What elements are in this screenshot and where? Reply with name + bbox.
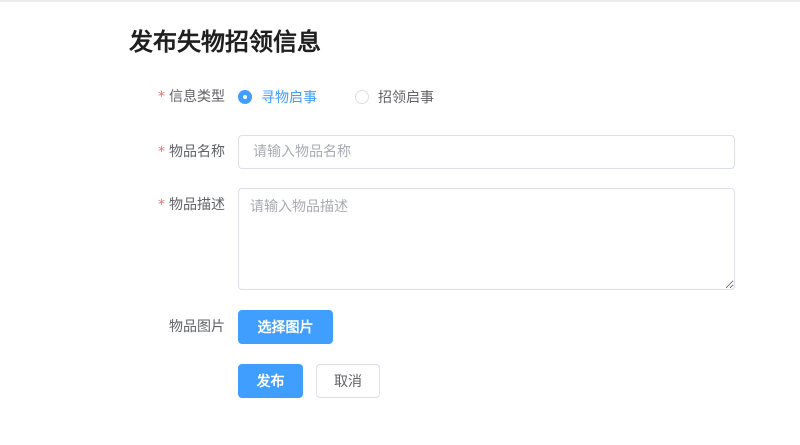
radio-lost-item[interactable]: 寻物启事	[238, 87, 317, 107]
description-label-text: 物品描述	[169, 197, 225, 213]
image-label: 物品图片	[169, 319, 225, 335]
radio-checked-icon	[238, 90, 252, 104]
name-label-text: 物品名称	[169, 144, 225, 160]
name-label: * 物品名称	[158, 142, 225, 162]
page-title: 发布失物招领信息	[129, 28, 321, 56]
radio-found-item[interactable]: 招领启事	[355, 87, 434, 107]
item-name-input[interactable]	[238, 135, 735, 169]
radio-found-item-label: 招领启事	[378, 90, 434, 106]
required-mark: *	[158, 144, 165, 160]
description-label: * 物品描述	[158, 195, 225, 215]
required-mark: *	[158, 197, 165, 213]
radio-unchecked-icon	[355, 90, 369, 104]
type-label: * 信息类型	[158, 87, 225, 107]
select-image-button[interactable]: 选择图片	[238, 310, 333, 344]
cancel-button[interactable]: 取消	[316, 364, 380, 398]
item-description-textarea[interactable]	[238, 188, 735, 290]
radio-lost-item-label: 寻物启事	[261, 90, 317, 106]
top-divider	[0, 0, 800, 2]
submit-button[interactable]: 发布	[238, 364, 303, 398]
required-mark: *	[158, 89, 165, 105]
type-label-text: 信息类型	[169, 89, 225, 105]
